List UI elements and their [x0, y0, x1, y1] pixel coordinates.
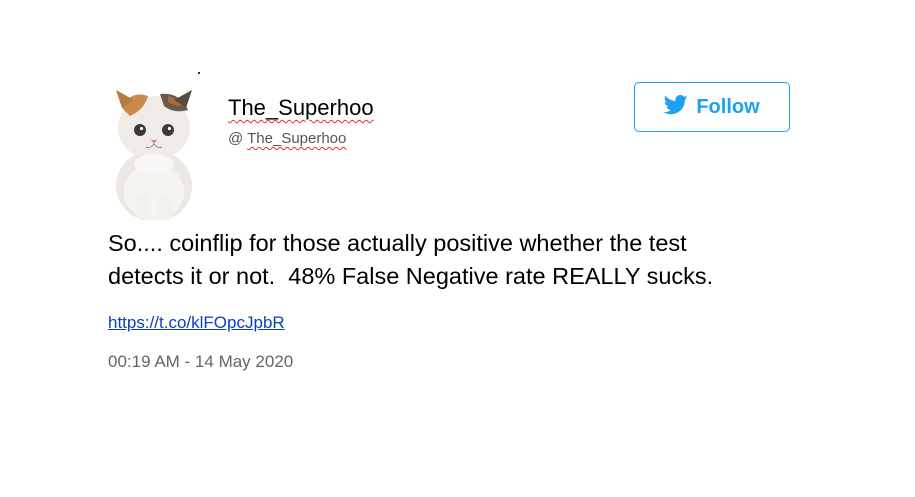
user-handle[interactable]: @ The_Superhoo: [228, 129, 346, 149]
follow-label: Follow: [696, 96, 760, 118]
cat-avatar-icon[interactable]: [108, 86, 200, 220]
tweet-text: So.... coinflip for those actually posit…: [108, 227, 888, 293]
display-name[interactable]: The_Superhoo: [228, 95, 374, 121]
tweet-text-line-1: So.... coinflip for those actually posit…: [108, 230, 687, 256]
tweet-card: The_Superhoo @ The_Superhoo Follow So...…: [0, 0, 915, 497]
handle-prefix: @: [228, 130, 248, 147]
stray-dot: [198, 72, 200, 74]
handle-text: The_Superhoo: [247, 130, 347, 147]
tweet-text-line-2: detects it or not. 48% False Negative ra…: [108, 263, 714, 289]
tweet-timestamp: 00:19 AM - 14 May 2020: [108, 352, 294, 371]
tweet-link[interactable]: https://t.co/klFOpcJpbR: [108, 312, 285, 334]
twitter-bird-icon: [664, 94, 688, 120]
follow-button[interactable]: Follow: [634, 82, 790, 132]
